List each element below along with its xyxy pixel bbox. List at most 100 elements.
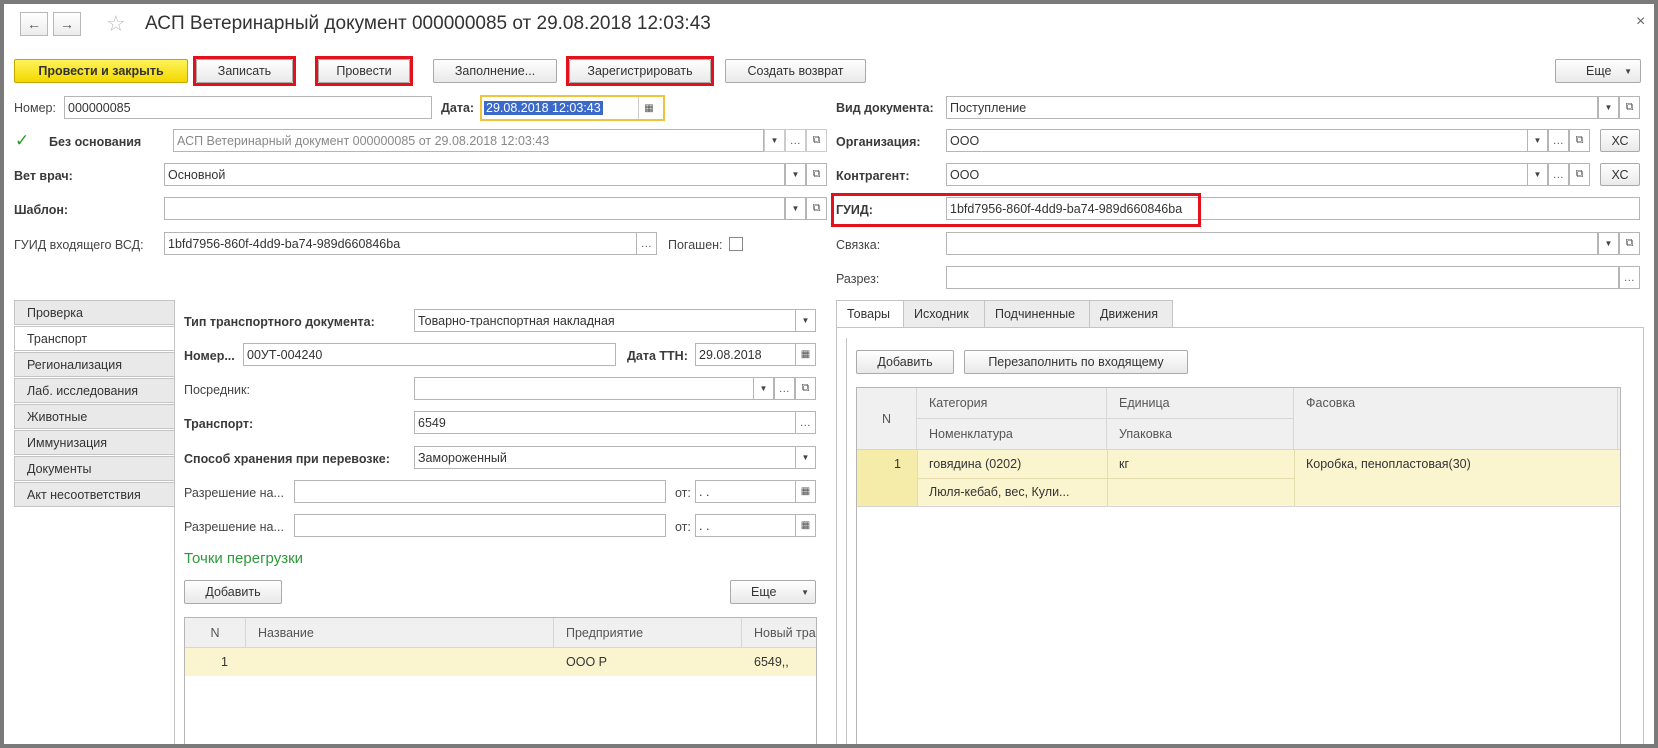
- intermediary-field[interactable]: [414, 377, 754, 400]
- col-unit[interactable]: Единица: [1107, 388, 1294, 419]
- permit1-calendar-icon[interactable]: ▦: [795, 480, 816, 503]
- close-icon[interactable]: ×: [1636, 13, 1645, 31]
- org-open-icon[interactable]: ⧉: [1569, 129, 1590, 152]
- link-dropdown-icon[interactable]: ▼: [1598, 232, 1619, 255]
- transport-doc-type-dropdown-icon[interactable]: ▼: [795, 309, 816, 332]
- col-package[interactable]: Упаковка: [1107, 419, 1294, 450]
- row-package: [1107, 478, 1294, 506]
- calendar-icon[interactable]: ▦: [638, 97, 659, 119]
- date-value: 29.08.2018 12:03:43: [484, 101, 603, 115]
- tab-source[interactable]: Исходник: [903, 300, 985, 328]
- tab-immunization[interactable]: Иммунизация: [14, 430, 175, 455]
- col-n[interactable]: N: [185, 618, 246, 648]
- link-open-icon[interactable]: ⧉: [1619, 232, 1640, 255]
- more-button[interactable]: Еще ▼: [1555, 59, 1641, 83]
- col-packing[interactable]: Фасовка: [1294, 388, 1618, 450]
- tab-animals[interactable]: Животные: [14, 404, 175, 429]
- repaid-checkbox[interactable]: [729, 237, 743, 251]
- window-title: АСП Ветеринарный документ 000000085 от 2…: [145, 13, 711, 34]
- tab-documents[interactable]: Документы: [14, 456, 175, 481]
- vet-open-icon[interactable]: ⧉: [806, 163, 827, 186]
- row-packing: Коробка, пенопластовая(30): [1306, 457, 1471, 471]
- storage-dropdown-icon[interactable]: ▼: [795, 446, 816, 469]
- intermediary-dropdown-icon[interactable]: ▼: [753, 377, 774, 400]
- transport-doc-type-field[interactable]: Товарно-транспортная накладная: [414, 309, 796, 332]
- storage-field[interactable]: Замороженный: [414, 446, 796, 469]
- template-dropdown-icon[interactable]: ▼: [785, 197, 806, 220]
- org-select-icon[interactable]: ...: [1548, 129, 1569, 152]
- permit1-field[interactable]: [294, 480, 666, 503]
- cut-select-icon[interactable]: ...: [1619, 266, 1640, 289]
- tab-subordinate[interactable]: Подчиненные: [984, 300, 1090, 328]
- col-enterprise[interactable]: Предприятие: [554, 618, 742, 648]
- goods-add-button[interactable]: Добавить: [856, 350, 954, 374]
- permit1-date-field[interactable]: . .: [695, 480, 796, 503]
- doc-type-dropdown-icon[interactable]: ▼: [1598, 96, 1619, 119]
- post-and-close-button[interactable]: Провести и закрыть: [14, 59, 188, 83]
- register-button[interactable]: Зарегистрировать: [569, 59, 711, 83]
- vet-dropdown-icon[interactable]: ▼: [785, 163, 806, 186]
- back-button[interactable]: ←: [20, 12, 48, 36]
- basis-dropdown-icon: ▼: [764, 129, 785, 152]
- refill-button[interactable]: Перезаполнить по входящему: [964, 350, 1188, 374]
- favorite-star-icon[interactable]: ☆: [106, 11, 126, 37]
- guid-field[interactable]: 1bfd7956-860f-4dd9-ba74-989d660846ba: [946, 197, 1640, 220]
- reload-add-button[interactable]: Добавить: [184, 580, 282, 604]
- intermediary-open-icon[interactable]: ⧉: [795, 377, 816, 400]
- create-return-button[interactable]: Создать возврат: [725, 59, 866, 83]
- post-button[interactable]: Провести: [318, 59, 410, 83]
- incoming-guid-field[interactable]: 1bfd7956-860f-4dd9-ba74-989d660846ba: [164, 232, 637, 255]
- tab-transport[interactable]: Транспорт: [14, 326, 175, 351]
- intermediary-select-icon[interactable]: ...: [774, 377, 795, 400]
- tab-movements[interactable]: Движения: [1089, 300, 1173, 328]
- contractor-xc-button[interactable]: ХС: [1600, 163, 1640, 186]
- repaid-label: Погашен:: [668, 238, 723, 252]
- date-label: Дата:: [441, 101, 475, 115]
- tab-nonconformity[interactable]: Акт несоответствия: [14, 482, 175, 507]
- ttn-date-field[interactable]: 29.08.2018: [695, 343, 796, 366]
- org-dropdown-icon[interactable]: ▼: [1527, 129, 1548, 152]
- col-n[interactable]: N: [857, 388, 917, 450]
- cut-field[interactable]: [946, 266, 1619, 289]
- doc-type-field[interactable]: Поступление: [946, 96, 1598, 119]
- tab-goods[interactable]: Товары: [836, 300, 904, 328]
- tab-lab-research[interactable]: Лаб. исследования: [14, 378, 175, 403]
- permit2-field[interactable]: [294, 514, 666, 537]
- contractor-select-icon[interactable]: ...: [1548, 163, 1569, 186]
- transport-number-field[interactable]: 00УТ-004240: [243, 343, 616, 366]
- save-button[interactable]: Записать: [196, 59, 293, 83]
- ttn-calendar-icon[interactable]: ▦: [795, 343, 816, 366]
- template-open-icon[interactable]: ⧉: [806, 197, 827, 220]
- row-category: говядина (0202): [929, 457, 1022, 471]
- doc-type-open-icon[interactable]: ⧉: [1619, 96, 1640, 119]
- link-field[interactable]: [946, 232, 1598, 255]
- incoming-guid-select-icon[interactable]: ...: [636, 232, 657, 255]
- contractor-dropdown-icon[interactable]: ▼: [1527, 163, 1548, 186]
- col-new-transport[interactable]: Новый тра: [742, 618, 816, 648]
- contractor-open-icon[interactable]: ⧉: [1569, 163, 1590, 186]
- fill-button[interactable]: Заполнение...: [433, 59, 557, 83]
- col-nomenclature[interactable]: Номенклатура: [917, 419, 1107, 450]
- checkmark-icon[interactable]: ✓: [15, 131, 29, 151]
- template-field[interactable]: [164, 197, 785, 220]
- permit2-date-field[interactable]: . .: [695, 514, 796, 537]
- col-category[interactable]: Категория: [917, 388, 1107, 419]
- row-unit: кг: [1119, 457, 1130, 471]
- number-field[interactable]: 000000085: [64, 96, 432, 119]
- forward-button[interactable]: →: [53, 12, 81, 36]
- vet-field[interactable]: Основной: [164, 163, 785, 186]
- row-nomenclature: Люля-кебаб, вес, Кули...: [929, 485, 1070, 499]
- contractor-field[interactable]: ООО: [946, 163, 1529, 186]
- reload-more-button[interactable]: Еще ▼: [730, 580, 816, 604]
- transport-select-icon[interactable]: ...: [795, 411, 816, 434]
- tab-regionalization[interactable]: Регионализация: [14, 352, 175, 377]
- permit2-calendar-icon[interactable]: ▦: [795, 514, 816, 537]
- reload-points-table[interactable]: N Название Предприятие Новый тра 1 ООО Р…: [184, 617, 817, 748]
- org-field[interactable]: ООО: [946, 129, 1529, 152]
- cell-divider: [1294, 450, 1295, 506]
- org-xc-button[interactable]: ХС: [1600, 129, 1640, 152]
- goods-table[interactable]: N Категория Номенклатура Единица Упаковк…: [856, 387, 1621, 748]
- tab-check[interactable]: Проверка: [14, 300, 175, 325]
- transport-field[interactable]: 6549: [414, 411, 796, 434]
- col-name[interactable]: Название: [246, 618, 554, 648]
